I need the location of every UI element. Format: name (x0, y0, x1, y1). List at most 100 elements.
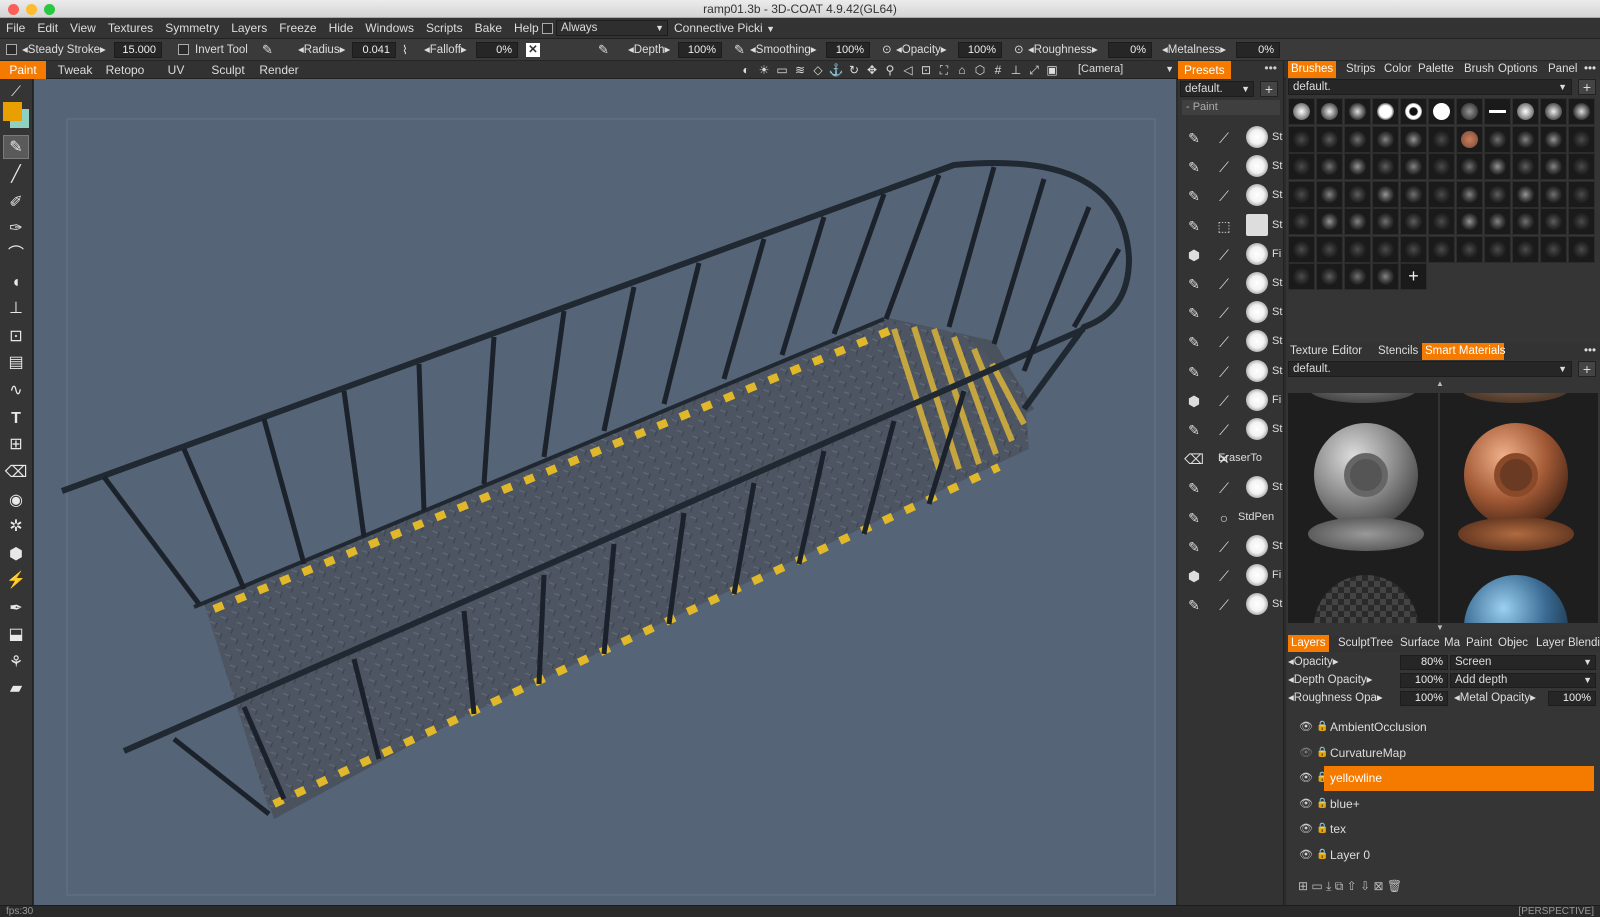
room-uv-tab[interactable]: UV (158, 61, 194, 79)
fill-tool-icon[interactable]: ✐ (3, 191, 29, 215)
preset-item[interactable]: ✎ ⟋ St (1178, 532, 1284, 561)
brush-alpha-cell[interactable] (1484, 180, 1511, 208)
opacity-mouse-icon[interactable]: ⊙ (882, 39, 892, 61)
layer-visibility-eye-icon[interactable]: 👁 (1298, 797, 1314, 811)
bounding-box-icon[interactable]: ⛶ (936, 62, 952, 78)
layer-row[interactable]: 👁 🔒 blue+ (1286, 792, 1600, 817)
opacity-value[interactable]: 100% (958, 42, 1002, 58)
tab-brushes[interactable]: Brushes (1288, 61, 1337, 78)
panel-menu-icon[interactable]: ••• (1264, 61, 1277, 75)
blend-mode-dropdown[interactable]: Screen ▼ (1450, 655, 1596, 670)
tab-stencils[interactable]: Stencils (1378, 343, 1418, 360)
color-picker-toggle-icon[interactable]: ⟋ (3, 79, 29, 103)
tab-panel[interactable]: Panel (1548, 61, 1577, 78)
brush-alpha-cell[interactable] (1568, 208, 1595, 235)
brush-alpha-cell[interactable] (1456, 125, 1483, 153)
brush-alpha-cell[interactable] (1540, 153, 1567, 180)
brush-alpha-cell[interactable] (1540, 98, 1567, 125)
roughness-opacity-value[interactable]: 100% (1400, 691, 1448, 706)
brush-alpha-cell[interactable] (1484, 153, 1511, 180)
materials-dropdown[interactable]: default. ▼ (1288, 361, 1572, 377)
layer-row[interactable]: 👁 🔒 AmbientOcclusion (1286, 715, 1600, 740)
brush-alpha-cell[interactable] (1316, 125, 1343, 153)
brush-alpha-cell[interactable] (1568, 235, 1595, 263)
metalness-value[interactable]: 0% (1236, 42, 1280, 58)
layer-visibility-eye-icon[interactable]: 👁 (1298, 822, 1314, 836)
brush-alpha-cell[interactable] (1344, 180, 1371, 208)
tab-color[interactable]: Color (1384, 61, 1411, 78)
presets-dropdown[interactable]: default. ▼ (1180, 81, 1254, 97)
fullscreen-icon[interactable]: ⤢ (1026, 62, 1042, 78)
room-render-tab[interactable]: Render (256, 61, 302, 79)
menu-hide[interactable]: Hide (323, 18, 360, 39)
preset-item[interactable]: ✎ ⟋ St (1178, 473, 1284, 502)
brush-alpha-cell[interactable] (1540, 235, 1567, 263)
brush-alpha-cell[interactable] (1568, 98, 1595, 125)
menu-scripts[interactable]: Scripts (420, 18, 469, 39)
preset-item[interactable]: ✎ ⟋ St (1178, 327, 1284, 356)
brush-alpha-cell[interactable] (1540, 180, 1567, 208)
depth-pen-icon[interactable]: ✎ (598, 39, 609, 61)
primary-color-swatch[interactable] (3, 102, 22, 121)
brush-alpha-cell[interactable] (1372, 180, 1399, 208)
brush-alpha-cell[interactable] (1372, 125, 1399, 153)
new-layer-icon[interactable]: ⊞ (1298, 879, 1308, 893)
brush-alpha-cell[interactable] (1428, 153, 1455, 180)
layer-visibility-eye-icon[interactable]: 👁 (1298, 848, 1314, 862)
preset-item[interactable]: ✎ ⬚ St (1178, 211, 1284, 240)
brush-alpha-cell[interactable] (1456, 208, 1483, 235)
layer-mask-icon[interactable]: ⊠ (1373, 879, 1383, 893)
curve-tool-icon[interactable]: ∿ (3, 379, 29, 403)
tab-sculpttree[interactable]: SculptTree (1338, 635, 1393, 652)
brush-alpha-cell[interactable] (1288, 208, 1315, 235)
new-folder-icon[interactable]: ▭ (1311, 879, 1322, 893)
brush-alpha-cell[interactable] (1512, 208, 1539, 235)
brush-alpha-cell[interactable] (1568, 153, 1595, 180)
brush-alpha-cell[interactable] (1484, 208, 1511, 235)
brush-alpha-cell[interactable] (1344, 125, 1371, 153)
brush-alpha-cell[interactable] (1344, 263, 1371, 290)
brush-alpha-cell[interactable] (1288, 263, 1315, 290)
stamp-tool-icon[interactable]: ⊥ (3, 297, 29, 321)
room-paint-tab[interactable]: Paint (0, 61, 46, 79)
material-thumb-checker[interactable] (1314, 575, 1418, 623)
brush-alpha-cell[interactable] (1512, 98, 1539, 125)
layer-visibility-eye-icon[interactable]: 👁 (1298, 720, 1314, 734)
droplet-icon[interactable]: ◇ (810, 62, 826, 78)
scroll-down-icon[interactable]: ▼ (1436, 623, 1444, 632)
brush-alpha-cell[interactable] (1540, 125, 1567, 153)
brush-alpha-cell[interactable] (1344, 235, 1371, 263)
menu-freeze[interactable]: Freeze (273, 18, 322, 39)
close-window-icon[interactable] (8, 4, 19, 15)
iron-tool-icon[interactable]: ⬓ (3, 623, 29, 647)
tab-options[interactable]: Options (1498, 61, 1538, 78)
preset-item[interactable]: ⬢ ⟋ Fi (1178, 240, 1284, 269)
viewport-canvas[interactable] (34, 79, 1176, 905)
roughness-value[interactable]: 0% (1108, 42, 1152, 58)
depth-value[interactable]: 100% (678, 42, 722, 58)
preset-item[interactable]: ⌫ ✕ EraserTo (1178, 444, 1284, 473)
smudge-tool-icon[interactable]: ✑ (3, 217, 29, 241)
gear-tool-icon[interactable]: ✲ (3, 515, 29, 539)
tab-surface[interactable]: Surface (1400, 635, 1440, 652)
brush-alpha-cell[interactable] (1400, 235, 1427, 263)
menu-file[interactable]: File (0, 18, 31, 39)
panel-menu-icon[interactable]: ••• (1584, 61, 1596, 78)
brush-alpha-cell[interactable] (1316, 235, 1343, 263)
picture-tool-icon[interactable]: ⊞ (3, 433, 29, 457)
tab-objects[interactable]: Objec (1498, 635, 1528, 652)
camera-dropdown[interactable]: [Camera] ▼ (1078, 62, 1174, 77)
brush-alpha-cell[interactable] (1400, 208, 1427, 235)
layer-row[interactable]: 👁 🔒 yellowline (1286, 766, 1600, 792)
preset-item[interactable]: ⬢ ⟋ Fi (1178, 386, 1284, 415)
brush-alpha-cell[interactable]: + (1400, 263, 1427, 290)
brush-alpha-cell[interactable] (1400, 125, 1427, 153)
zoom-icon[interactable]: ⚲ (882, 62, 898, 78)
preset-item[interactable]: ⬢ ⟋ Fi (1178, 561, 1284, 590)
brush-alpha-cell[interactable] (1456, 153, 1483, 180)
metal-opacity-value[interactable]: 100% (1548, 691, 1596, 706)
preset-item[interactable]: ✎ ⟋ St (1178, 269, 1284, 298)
perspective-icon[interactable]: ◁ (900, 62, 916, 78)
layer-row[interactable]: 👁 🔒 CurvatureMap (1286, 741, 1600, 766)
depth-opacity-value[interactable]: 100% (1400, 673, 1448, 688)
